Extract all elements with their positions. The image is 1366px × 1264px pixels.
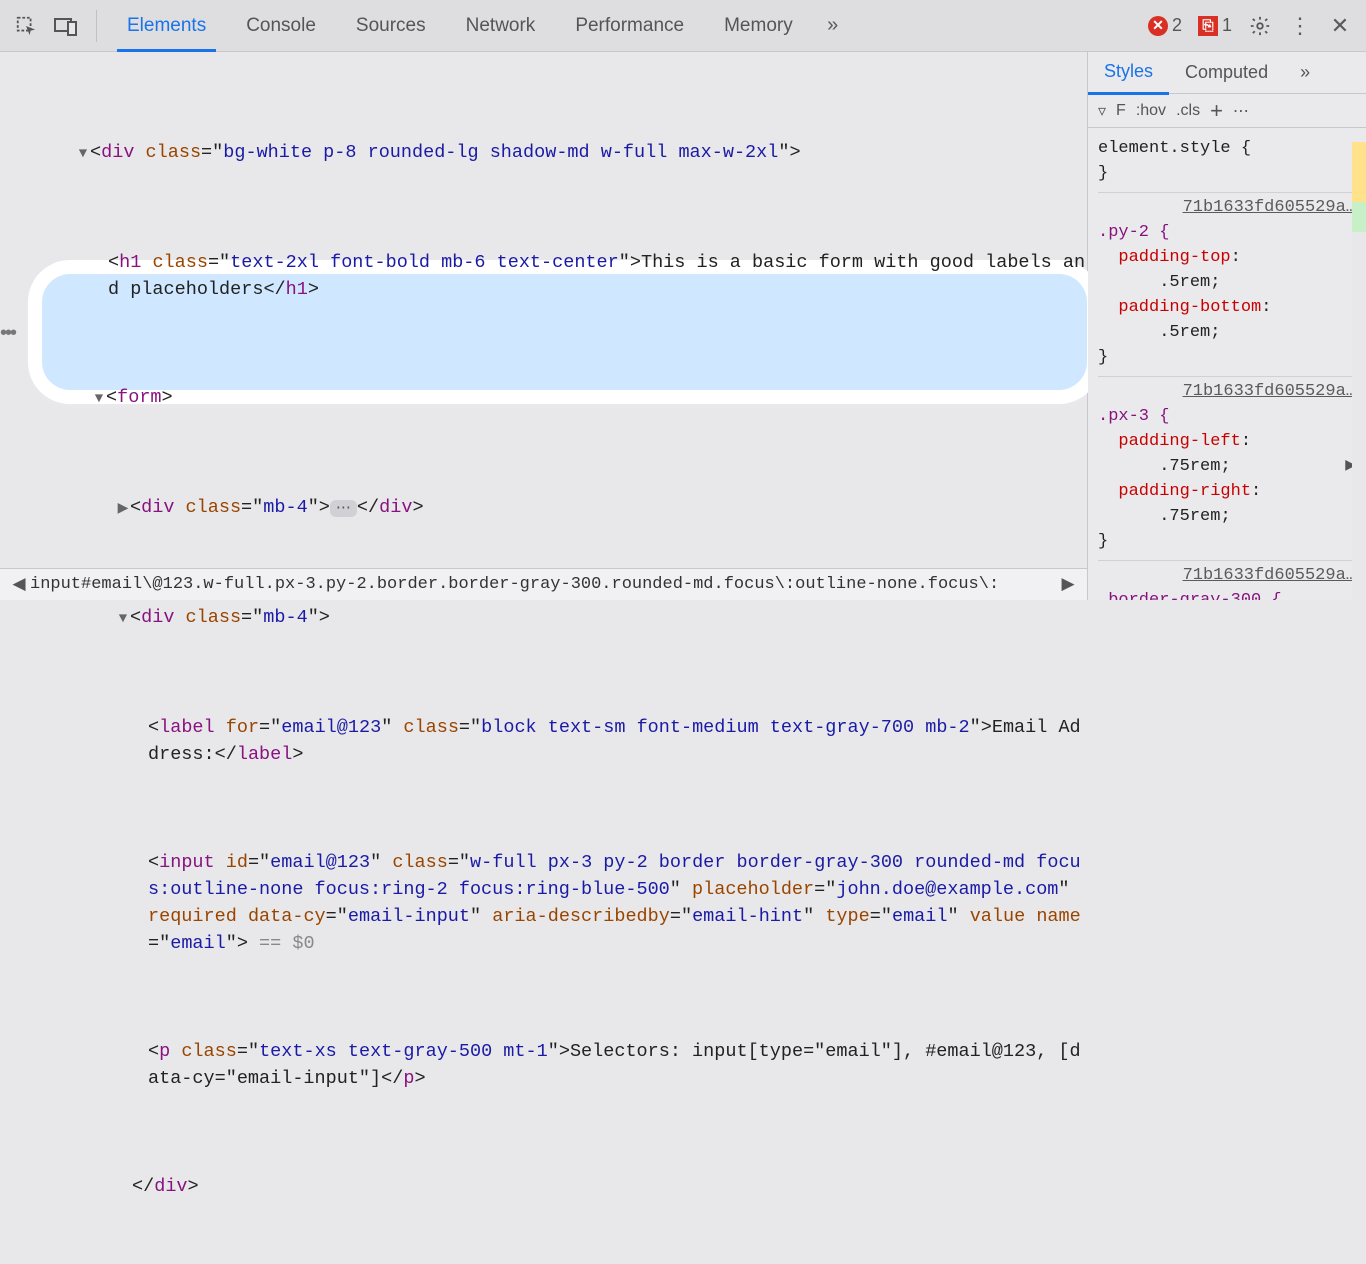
- styles-more-chevron-icon[interactable]: »: [1284, 52, 1326, 93]
- settings-gear-icon[interactable]: [1242, 8, 1278, 44]
- val[interactable]: .5rem: [1159, 323, 1210, 342]
- val[interactable]: .5rem: [1159, 273, 1210, 292]
- more-tabs-chevron-icon[interactable]: »: [815, 8, 851, 44]
- tab-sources[interactable]: Sources: [338, 1, 444, 51]
- filter-input[interactable]: F: [1116, 102, 1126, 120]
- rule-source-link[interactable]: 71b1633fd605529a…: [1183, 198, 1356, 217]
- tab-console[interactable]: Console: [228, 1, 334, 51]
- inspect-icon[interactable]: [8, 8, 44, 44]
- prop[interactable]: padding-right: [1118, 482, 1251, 501]
- rule-py2-selector: .py-2 {: [1098, 223, 1169, 242]
- val[interactable]: .75rem: [1159, 457, 1220, 476]
- issue-icon: ⎘: [1198, 16, 1218, 36]
- color-strip: [1352, 52, 1366, 600]
- close-brace: }: [1098, 164, 1108, 183]
- tab-performance[interactable]: Performance: [557, 1, 702, 51]
- selected-input-node[interactable]: <input id="email@123" class="w-full px-3…: [0, 849, 1087, 957]
- issue-number: 1: [1222, 15, 1232, 36]
- error-count[interactable]: ✕ 2: [1142, 15, 1188, 36]
- element-style-selector: element.style {: [1098, 139, 1251, 158]
- elements-panel: ••• ▼<div class="bg-white p-8 rounded-lg…: [0, 52, 1088, 600]
- rule-px3-selector: .px-3 {: [1098, 407, 1169, 426]
- tab-styles[interactable]: Styles: [1088, 51, 1169, 95]
- device-toolbar-icon[interactable]: [48, 8, 84, 44]
- issue-count[interactable]: ⎘ 1: [1192, 15, 1238, 36]
- strip-32-badge: [1352, 202, 1366, 232]
- prop[interactable]: padding-left: [1118, 432, 1240, 451]
- css-rules-list[interactable]: element.style { } 71b1633fd605529a… .py-…: [1088, 128, 1366, 600]
- styles-more-icon[interactable]: ⋯: [1233, 101, 1249, 121]
- devtools-tabbar: Elements Console Sources Network Perform…: [0, 0, 1366, 52]
- eq-dollar-zero: == $0: [248, 933, 315, 954]
- tab-elements[interactable]: Elements: [109, 1, 224, 51]
- cls-toggle[interactable]: .cls: [1176, 102, 1200, 120]
- divider: [96, 10, 97, 42]
- hov-toggle[interactable]: :hov: [1136, 102, 1166, 120]
- tab-memory[interactable]: Memory: [706, 1, 811, 51]
- dom-tree[interactable]: ▼<div class="bg-white p-8 rounded-lg sha…: [0, 52, 1087, 1264]
- close-brace: }: [1098, 532, 1108, 551]
- collapsed-ellipsis-icon[interactable]: ⋯: [330, 500, 357, 517]
- tab-computed[interactable]: Computed: [1169, 52, 1284, 93]
- rule-bordergray-selector: .border-gray-300 {: [1098, 591, 1282, 600]
- prop[interactable]: padding-bottom: [1118, 298, 1261, 317]
- new-style-rule-icon[interactable]: +: [1210, 98, 1223, 124]
- kebab-menu-icon[interactable]: ⋮: [1282, 8, 1318, 44]
- rule-source-link[interactable]: 71b1633fd605529a…: [1183, 566, 1356, 585]
- filter-funnel-icon[interactable]: ▿: [1098, 101, 1106, 121]
- styles-tabbar: Styles Computed »: [1088, 52, 1366, 94]
- error-number: 2: [1172, 15, 1182, 36]
- close-brace: }: [1098, 348, 1108, 367]
- styles-filter-bar: ▿ F :hov .cls + ⋯: [1088, 94, 1366, 128]
- val[interactable]: .75rem: [1159, 507, 1220, 526]
- prop[interactable]: padding-top: [1118, 248, 1230, 267]
- styles-panel: Styles Computed » ▿ F :hov .cls + ⋯ elem…: [1088, 52, 1366, 600]
- error-icon: ✕: [1148, 16, 1168, 36]
- rule-source-link[interactable]: 71b1633fd605529a…: [1183, 382, 1356, 401]
- tab-network[interactable]: Network: [448, 1, 554, 51]
- close-icon[interactable]: ✕: [1322, 8, 1358, 44]
